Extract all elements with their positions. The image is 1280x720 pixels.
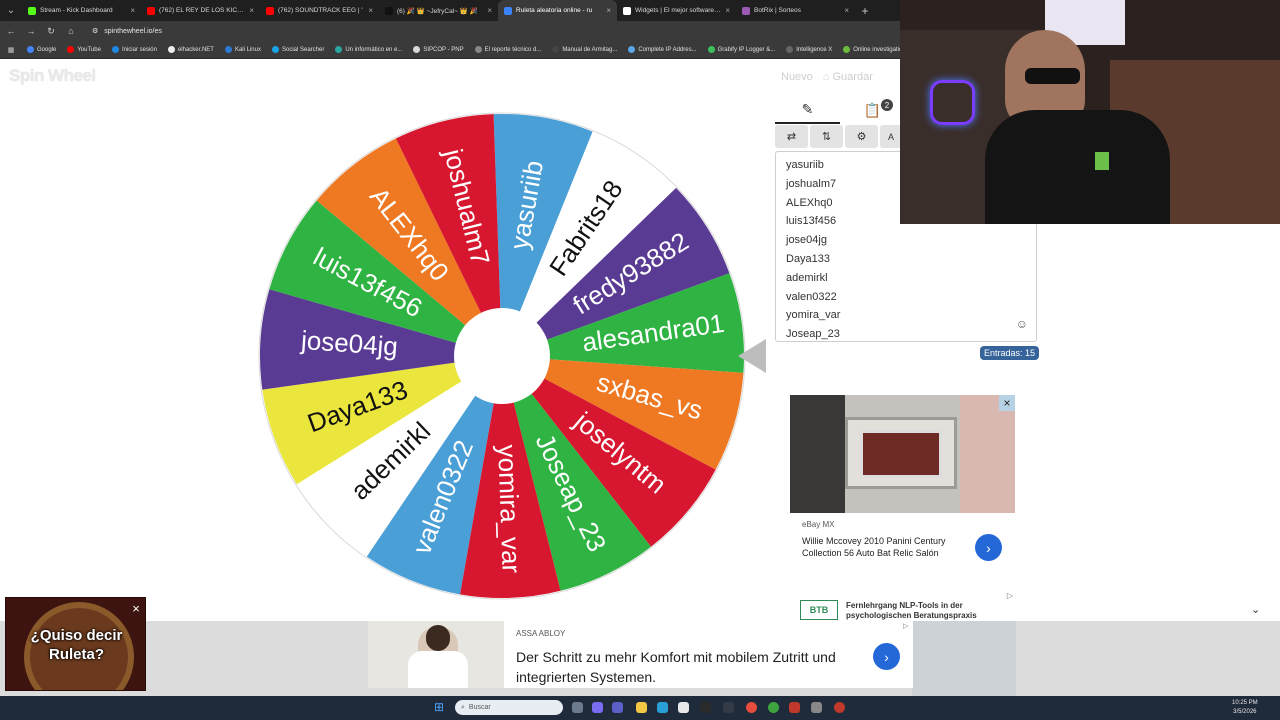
clock-date: 3/5/2026 [1233,709,1257,715]
entries-count-badge: Entradas: 15 [980,346,1040,360]
tab-entries[interactable]: ✎ [775,97,840,124]
app-icon-4[interactable] [834,702,845,713]
pencil-icon: ✎ [801,101,814,117]
sort-button[interactable]: ⇅ [810,125,843,148]
tab-results[interactable]: 📋 2 [840,97,905,124]
taskbar-clock: 10:25 PM 3/5/2026 [1232,699,1258,717]
chevron-right-icon[interactable]: › [975,534,1002,561]
terminal-icon[interactable] [723,702,734,713]
chrome-icon[interactable] [746,702,757,713]
roulette-ad-text: ¿Quiso decir Ruleta? [30,627,123,663]
app-icon-3[interactable] [811,702,822,713]
banner-photo [368,621,504,688]
entries-toolbar: ⇄ ⇅ ⚙ A [775,125,902,148]
app-icon[interactable] [700,702,711,713]
edge-icon[interactable] [657,702,668,713]
banner-text[interactable]: Der Schritt zu mehr Komfort mit mobilem … [516,647,876,687]
clock-time: 10:25 PM [1232,700,1258,706]
entry-line[interactable]: Joseap_23 [786,325,1036,344]
ad-text[interactable]: Fernlehrgang NLP-Tools in der psychologi… [846,601,1006,621]
banner-brand: ASSA ABLOY [516,629,566,638]
chevron-right-icon[interactable]: › [873,643,900,670]
wheel-pointer [738,339,766,373]
text-size-label: A [888,131,895,142]
ad-choices-icon[interactable]: ▷ [903,622,908,630]
store-icon[interactable] [678,702,689,713]
clipboard-icon: 📋 [863,102,882,118]
entry-line[interactable]: ademirkl [786,269,1036,288]
trading-card-image [845,417,957,489]
search-icon: ⌕ [461,703,465,711]
sort-icon: ⇅ [821,131,832,143]
close-ad-icon[interactable]: × [999,395,1015,411]
entry-line[interactable]: Daya133 [786,250,1036,269]
ad-source: eBay MX [802,520,835,529]
chevron-down-icon[interactable]: ⌄ [1251,603,1260,616]
banner-content[interactable]: ASSA ABLOY Der Schritt zu mehr Komfort m… [368,621,913,688]
explorer-icon[interactable] [636,702,647,713]
taskbar-search[interactable]: ⌕ Buscar [455,700,563,715]
roulette-ad-popup[interactable]: ¿Quiso decir Ruleta? × [5,597,146,691]
text-size-button[interactable]: A [880,125,902,148]
close-icon[interactable]: × [128,600,144,616]
ad-title[interactable]: Willie Mccovey 2010 Panini Century Colle… [802,535,972,559]
ebay-ad[interactable]: × eBay MX Willie Mccovey 2010 Panini Cen… [790,395,1015,580]
taskbar: ⊞ ⌕ Buscar 10:25 PM 3/5/2026 [0,696,1280,720]
teams-icon[interactable] [612,702,623,713]
wheel-segment-label: yomira_var [492,444,526,574]
emoji-icon[interactable]: ☺ [1016,317,1028,331]
webcam-overlay [900,0,1280,224]
xbox-icon[interactable] [768,702,779,713]
results-count-badge: 2 [881,99,893,111]
settings-button[interactable]: ⚙ [845,125,878,148]
app-icon-2[interactable] [789,702,800,713]
ad-logo: BTB [800,600,838,620]
entry-line[interactable]: yomira_var [786,306,1036,325]
bottom-banner-ad: ASSA ABLOY Der Schritt zu mehr Komfort m… [0,621,1280,696]
shuffle-icon: ⇄ [786,131,797,143]
wheel-center-hub[interactable] [454,308,550,404]
banner-background-image [912,621,1016,696]
ad-choices-icon[interactable]: ▷ [1007,591,1013,600]
copilot-icon[interactable] [592,702,603,713]
windows-start-icon[interactable]: ⊞ [434,700,444,714]
gear-icon: ⚙ [856,131,867,143]
shuffle-button[interactable]: ⇄ [775,125,808,148]
entry-line[interactable]: jose04jg [786,231,1036,250]
btb-ad[interactable]: BTB Fernlehrgang NLP-Tools in der psycho… [790,589,1015,621]
entry-line[interactable]: valen0322 [786,288,1036,307]
task-view-icon[interactable] [572,702,583,713]
ad-product-image [790,395,1015,513]
search-placeholder: Buscar [468,704,491,711]
